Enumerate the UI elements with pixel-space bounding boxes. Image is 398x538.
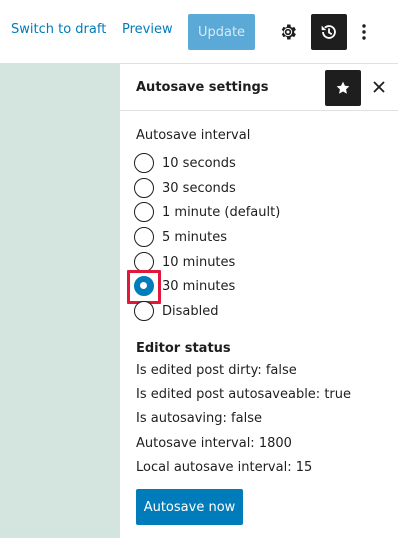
radio-option-10-seconds[interactable]: 10 seconds — [134, 152, 374, 174]
preview-button[interactable]: Preview — [122, 22, 173, 37]
radio-wrapper — [127, 270, 161, 304]
radio-label: 30 minutes — [162, 278, 236, 294]
gear-icon[interactable] — [276, 20, 300, 44]
panel-header: Autosave settings — [120, 64, 398, 111]
history-icon[interactable] — [311, 14, 347, 50]
switch-to-draft-button[interactable]: Switch to draft — [11, 22, 106, 37]
panel-title: Autosave settings — [136, 80, 269, 95]
radio-label: 10 seconds — [162, 155, 236, 171]
radio-option-1-minute[interactable]: 1 minute (default) — [134, 201, 374, 223]
radio-button[interactable] — [134, 301, 154, 321]
radio-option-5-minutes[interactable]: 5 minutes — [134, 226, 374, 248]
radio-label: Disabled — [162, 303, 219, 319]
status-line-autosaving: Is autosaving: false — [136, 411, 262, 426]
status-line-local-interval: Local autosave interval: 15 — [136, 460, 313, 475]
radio-button[interactable] — [134, 153, 154, 173]
radio-option-disabled[interactable]: Disabled — [134, 300, 374, 322]
autosave-interval-label: Autosave interval — [136, 128, 251, 143]
autosave-settings-sidebar: Autosave settings Autosave interval 10 s… — [119, 64, 398, 538]
radio-label: 1 minute (default) — [162, 204, 281, 220]
radio-button[interactable] — [134, 178, 154, 198]
editor-canvas — [0, 64, 119, 538]
radio-button[interactable] — [134, 227, 154, 247]
radio-option-10-minutes[interactable]: 10 minutes — [134, 251, 374, 273]
editor-status-title: Editor status — [136, 341, 231, 356]
close-icon[interactable] — [368, 76, 390, 98]
radio-option-30-minutes[interactable]: 30 minutes — [127, 270, 374, 304]
radio-option-30-seconds[interactable]: 30 seconds — [134, 177, 374, 199]
update-button[interactable]: Update — [188, 14, 255, 50]
status-line-autosaveable: Is edited post autosaveable: true — [136, 387, 351, 402]
radio-label: 30 seconds — [162, 180, 236, 196]
radio-button[interactable] — [134, 202, 154, 222]
highlight-box — [127, 270, 161, 304]
radio-button[interactable] — [134, 252, 154, 272]
radio-label: 10 minutes — [162, 254, 236, 270]
autosave-now-button[interactable]: Autosave now — [136, 489, 243, 525]
radio-label: 5 minutes — [162, 229, 228, 245]
more-vertical-icon[interactable] — [354, 20, 374, 44]
status-line-dirty: Is edited post dirty: false — [136, 363, 297, 378]
status-line-interval: Autosave interval: 1800 — [136, 436, 292, 451]
editor-header: Switch to draft Preview Update — [0, 0, 398, 64]
star-icon[interactable] — [325, 70, 361, 106]
